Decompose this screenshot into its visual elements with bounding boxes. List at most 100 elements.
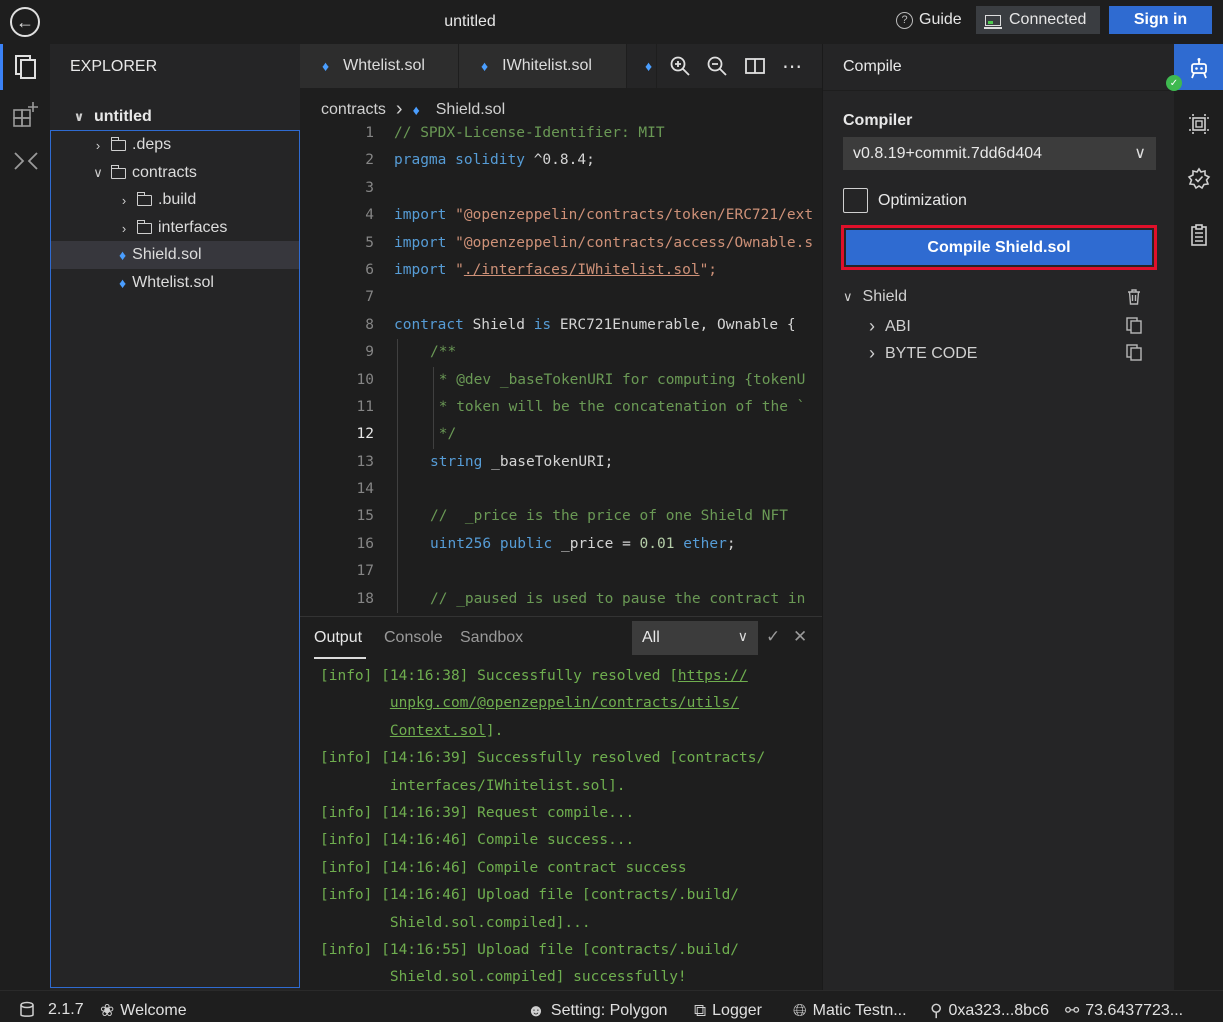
file-tree: › .deps ∨ contracts › .build › interface… <box>50 130 300 988</box>
close-icon[interactable]: ✕ <box>793 627 807 647</box>
log-line: [info] [14:16:38] Successfully resolved … <box>320 668 748 684</box>
tree-item-interfaces[interactable]: › interfaces <box>51 214 299 242</box>
chevron-down-icon: ∨ <box>93 165 103 180</box>
code-line: 13 string _baseTokenURI; <box>300 448 822 477</box>
monitor-icon <box>984 14 1002 29</box>
log-line: Shield.sol.compiled] successfully! <box>320 969 687 986</box>
solidity-file-icon: ♦ <box>481 58 489 74</box>
solidity-file-icon: ♦ <box>645 58 653 74</box>
folder-icon <box>136 219 152 234</box>
tree-item-label: interfaces <box>158 219 228 236</box>
split-icon[interactable] <box>12 147 40 175</box>
log-line: [info] [14:16:46] Upload file [contracts… <box>320 887 740 904</box>
tab-overflow[interactable]: ♦ <box>627 44 657 88</box>
guide-label: Guide <box>919 11 962 28</box>
robot-icon[interactable] <box>1185 54 1212 81</box>
globe-icon: 🌐︎ <box>793 1001 807 1020</box>
tree-item-build[interactable]: › .build <box>51 186 299 214</box>
tree-item-contracts[interactable]: ∨ contracts <box>51 159 299 187</box>
log-line: [info] [14:16:55] Upload file [contracts… <box>320 942 740 959</box>
code-editor: ♦ Whtelist.sol ♦ IWhitelist.sol ♦ ⋯ cont… <box>300 44 822 616</box>
tree-item-deps[interactable]: › .deps <box>51 131 299 159</box>
files-icon[interactable] <box>12 53 40 81</box>
tree-item-label: .build <box>158 191 197 208</box>
deploy-icon[interactable] <box>1185 110 1212 137</box>
code-line: 14 <box>300 476 822 504</box>
abi-label: ABI <box>885 317 911 335</box>
solidity-file-icon: ♦ <box>322 58 330 74</box>
status-network[interactable]: 🌐︎ Matic Testn... <box>793 1001 907 1021</box>
optimization-checkbox[interactable] <box>843 188 868 213</box>
tab-whtelist-sol[interactable]: ♦ Whtelist.sol <box>300 44 459 88</box>
code-line: 18// _paused is used to pause the contra… <box>300 585 822 614</box>
log-line: [info] [14:16:46] Compile contract succe… <box>320 859 687 876</box>
status-balance[interactable]: ⚯ 73.6437723... <box>1065 1001 1183 1021</box>
more-icon[interactable]: ⋯ <box>780 54 804 78</box>
bytecode-tree-item[interactable]: › BYTE CODE <box>869 343 977 364</box>
tab-console[interactable]: Console <box>384 629 443 647</box>
status-setting[interactable]: ☻ Setting: Polygon <box>527 1001 667 1021</box>
compiler-version-select[interactable]: v0.8.19+commit.7dd6d404 ∨ <box>843 137 1156 170</box>
database-icon <box>20 1001 34 1017</box>
code-line: 3 <box>365 179 374 196</box>
tree-item-label: Shield.sol <box>132 246 202 263</box>
settings-icon[interactable] <box>1185 165 1212 192</box>
logger-icon: ⧉ <box>694 1001 707 1020</box>
breadcrumb-file[interactable]: Shield.sol <box>436 101 505 119</box>
status-bar: 2.1.7 ❀ Welcome ☻ Setting: Polygon ⧉ Log… <box>0 990 1223 1022</box>
code-line: 6 import "./interfaces/IWhitelist.sol"; <box>365 261 718 278</box>
user-settings-icon: ☻ <box>527 1001 545 1020</box>
copy-icon[interactable] <box>1126 317 1142 334</box>
compile-button[interactable]: Compile Shield.sol <box>846 230 1152 265</box>
code-line: 7 <box>365 289 374 306</box>
window-title: untitled <box>444 13 496 30</box>
extensions-icon[interactable] <box>12 100 40 128</box>
status-welcome[interactable]: ❀ Welcome <box>100 1001 187 1021</box>
status-version[interactable]: 2.1.7 <box>18 1001 84 1019</box>
sign-in-button[interactable]: Sign in <box>1109 6 1212 34</box>
abi-tree-item[interactable]: › ABI <box>869 316 911 337</box>
code-line: 12 */ <box>300 421 822 449</box>
clear-icon[interactable]: ✓ <box>766 627 780 647</box>
connected-button[interactable]: Connected <box>976 6 1100 34</box>
contract-tree-item[interactable]: ∨ Shield <box>843 288 907 306</box>
tree-item-shield-sol[interactable]: ♦ Shield.sol <box>51 241 299 269</box>
tab-sandbox[interactable]: Sandbox <box>460 629 523 647</box>
code-area[interactable]: 1// SPDX-License-Identifier: MIT 2 pragma… <box>300 120 822 614</box>
trash-icon[interactable] <box>1127 289 1141 305</box>
tree-item-label: Whtelist.sol <box>132 274 214 291</box>
zoom-in-icon[interactable] <box>668 54 692 78</box>
solidity-file-icon: ♦ <box>119 247 127 263</box>
log-line: unpkg.com/@openzeppelin/contracts/utils/ <box>389 695 740 712</box>
compile-panel: Compile Compiler v0.8.19+commit.7dd6d404… <box>822 44 1175 990</box>
breadcrumb-folder[interactable]: contracts <box>321 101 386 119</box>
copy-icon[interactable] <box>1126 344 1142 361</box>
code-line: 15// _price is the price of one Shield N… <box>300 503 822 531</box>
tab-label: IWhitelist.sol <box>502 57 592 74</box>
tree-root[interactable]: ∨ untitled <box>50 103 300 131</box>
split-editor-icon[interactable] <box>743 54 767 78</box>
log-filter-select[interactable]: All ∨ <box>632 621 758 655</box>
tab-output[interactable]: Output <box>314 629 362 647</box>
check-badge-icon: ✓ <box>1166 75 1182 91</box>
welcome-icon: ❀ <box>100 1001 115 1020</box>
explorer-panel: EXPLORER ∨ untitled › .deps ∨ contracts … <box>50 44 300 990</box>
optimization-label: Optimization <box>878 192 967 209</box>
explorer-header: EXPLORER <box>70 58 158 75</box>
status-logger[interactable]: ⧉ Logger <box>694 1001 762 1021</box>
tab-iwhitelist-sol[interactable]: ♦ IWhitelist.sol <box>459 44 627 88</box>
right-activity-bar: ✓ <box>1166 44 1223 990</box>
clipboard-icon[interactable] <box>1185 221 1212 248</box>
tree-item-whtelist-sol[interactable]: ♦ Whtelist.sol <box>51 269 299 297</box>
code-line: 2 pragma solidity ^0.8.4; <box>365 152 595 169</box>
active-indicator <box>0 44 3 90</box>
tab-label: Whtelist.sol <box>343 57 425 74</box>
status-account[interactable]: ⚲ 0xa323...8bc6 <box>930 1001 1049 1021</box>
chevron-down-icon: ∨ <box>73 109 85 124</box>
zoom-out-icon[interactable] <box>705 54 729 78</box>
tree-root-label: untitled <box>94 108 152 125</box>
guide-button[interactable]: ? Guide <box>896 11 962 29</box>
code-line: 17 <box>300 558 822 586</box>
filter-value: All <box>642 629 660 646</box>
code-line: 16 uint256 public _price = 0.01 ether; <box>300 530 822 559</box>
